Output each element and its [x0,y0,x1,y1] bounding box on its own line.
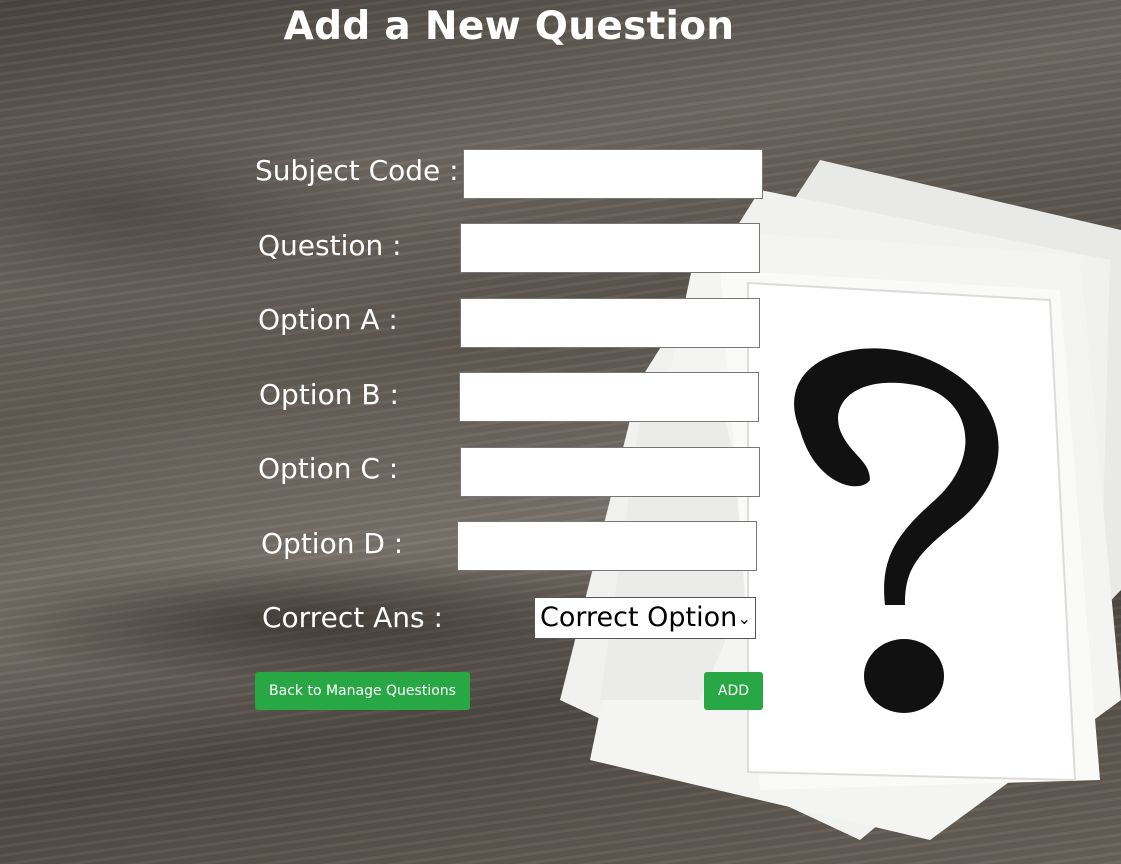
correct-ans-label: Correct Ans : [262,601,443,634]
question-cards-decoration [560,160,1121,840]
chevron-down-icon: ⌄ [737,609,751,628]
correct-option-selected-value: Correct Option [540,602,738,633]
page-title: Add a New Question [283,4,735,49]
question-label: Question : [258,229,402,262]
subject-code-label: Subject Code : [255,154,459,187]
add-button[interactable]: ADD [704,672,763,710]
option-c-label: Option C : [258,452,399,485]
back-to-manage-questions-button[interactable]: Back to Manage Questions [255,672,470,710]
option-b-input[interactable] [459,372,759,422]
option-b-label: Option B : [259,378,399,411]
option-d-label: Option D : [261,527,404,560]
option-c-input[interactable] [460,447,760,497]
question-input[interactable] [460,223,760,273]
subject-code-input[interactable] [463,149,763,199]
question-mark-icon [794,348,999,713]
option-d-input[interactable] [457,521,757,571]
option-a-label: Option A : [258,303,398,336]
correct-option-select[interactable]: Correct Option ⌄ [534,597,756,639]
option-a-input[interactable] [460,298,760,348]
